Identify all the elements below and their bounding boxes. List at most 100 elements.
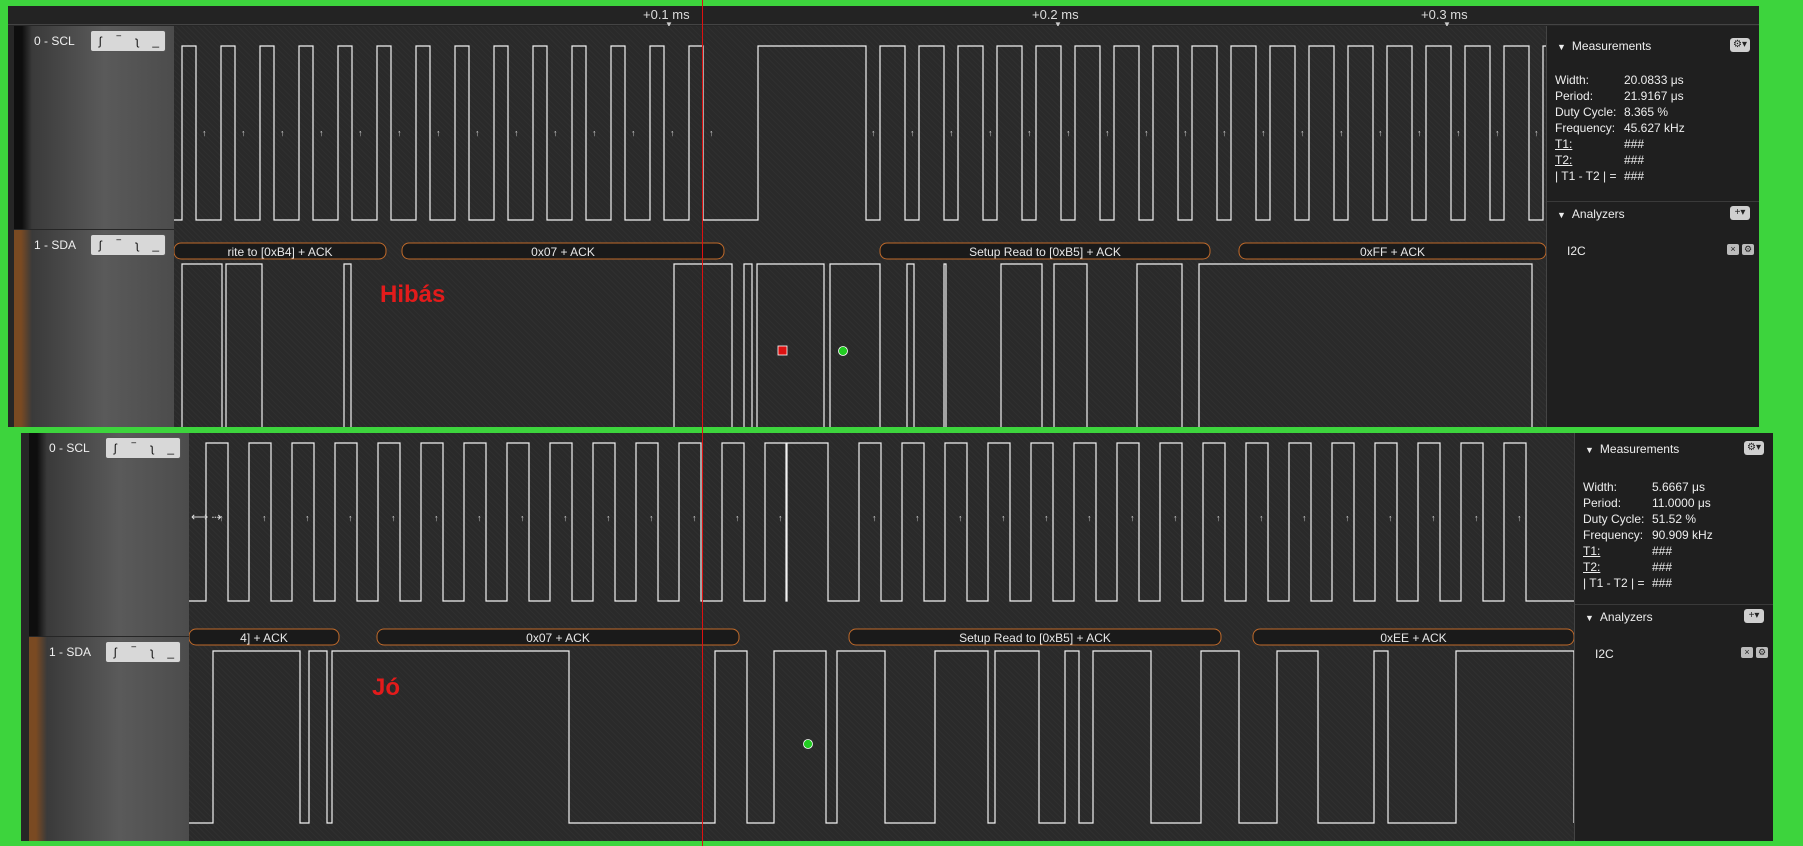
trigger-buttons[interactable]: ʃ ‾ ʅ _: [90, 234, 166, 256]
annotation-label: Jó: [372, 674, 401, 701]
analyzers-header[interactable]: ▼ Analyzers +▾: [1547, 201, 1759, 226]
falling-edge-trigger-button[interactable]: ʅ: [130, 238, 144, 252]
close-icon[interactable]: ×: [1741, 647, 1753, 658]
decoded-label: 0xEE + ACK: [1380, 631, 1446, 645]
rising-edge-trigger-button[interactable]: ʃ: [93, 238, 107, 252]
analyzer-item-i2c[interactable]: I2C: [1567, 244, 1586, 258]
low-level-trigger-button[interactable]: _: [164, 441, 178, 455]
gear-icon[interactable]: ⚙: [1742, 244, 1754, 255]
timing-cursor-line[interactable]: [702, 0, 703, 846]
clock-mark: ↑: [1001, 513, 1006, 523]
gear-icon[interactable]: ⚙: [1756, 647, 1768, 658]
expand-triangle-icon[interactable]: ▼: [1585, 613, 1594, 623]
measurement-row: Width: 5.6667 μs: [1583, 480, 1705, 494]
expand-triangle-icon[interactable]: ▼: [1585, 445, 1594, 455]
clock-mark: ↑: [1431, 513, 1436, 523]
gear-icon[interactable]: ⚙▾: [1744, 441, 1764, 455]
clock-mark: ↑: [1216, 513, 1221, 523]
measurement-row: Width: 20.0833 μs: [1555, 73, 1684, 87]
falling-edge-trigger-button[interactable]: ʅ: [145, 645, 159, 659]
measurement-value: 21.9167 μs: [1624, 89, 1684, 103]
analyzers-header[interactable]: ▼ Analyzers +▾: [1575, 604, 1773, 629]
expand-triangle-icon[interactable]: ▼: [1557, 210, 1566, 220]
waveform-svg: ↑ ↑ ↑ ↑ ↑ ↑ ↑ ↑ ↑ ↑ ↑ ↑ ↑ ↑ ↑ ↑ ↑ ↑ ↑ ↑ ↑ ↑ ↑ ↑ ↑ ↑ ↑ ↑ ↑ ↑ ↑ ↑ rite to …: [173, 45, 1547, 427]
measurement-row: | T1 - T2 | = ###: [1583, 576, 1672, 590]
high-level-trigger-button[interactable]: ‾: [127, 441, 141, 455]
measurement-row: Duty Cycle: 8.365 %: [1555, 105, 1668, 119]
low-level-trigger-button[interactable]: _: [149, 238, 163, 252]
analyzer-item-i2c[interactable]: I2C: [1595, 647, 1614, 661]
clock-mark: ↑: [1517, 513, 1522, 523]
clock-mark: ↑: [477, 513, 482, 523]
waveform-area[interactable]: ↑ ↑ ↑ ↑ ↑ ↑ ↑ ↑ ↑ ↑ ↑ ↑ ↑ ↑ ↑ ↑ ↑ ↑ ↑ ↑ ↑ ↑ ↑ ↑ ↑ ↑ ↑ ↑ ↑ ↑ ↑ ↑ rite to …: [173, 26, 1547, 427]
trigger-buttons[interactable]: ʃ ‾ ʅ _: [90, 30, 166, 52]
measurement-key: Frequency:: [1583, 528, 1644, 542]
measurement-key: Period:: [1555, 89, 1594, 103]
measurements-header[interactable]: ▼ Measurements ⚙▾: [1575, 437, 1773, 461]
clock-mark: ↑: [319, 128, 324, 138]
measurement-key: Duty Cycle:: [1555, 105, 1617, 119]
falling-edge-trigger-button[interactable]: ʅ: [130, 34, 144, 48]
ruler-tick: +0.3 ms ▼: [1421, 7, 1468, 29]
measurements-header[interactable]: ▼ Measurements ⚙▾: [1547, 34, 1759, 58]
clock-mark: ↑: [988, 128, 993, 138]
clock-mark: ↑: [1087, 513, 1092, 523]
clock-mark: ↑: [553, 128, 558, 138]
measurement-value: 8.365 %: [1624, 105, 1669, 119]
clock-mark: ↑: [1388, 513, 1393, 523]
clock-mark: ↑: [1183, 128, 1188, 138]
clock-mark: ↑: [1495, 128, 1500, 138]
channel-label-scl[interactable]: 0 - SCL ʃ ‾ ʅ _: [14, 26, 174, 229]
high-level-trigger-button[interactable]: ‾: [127, 645, 141, 659]
ruler-tick: +0.2 ms ▼: [1032, 7, 1079, 29]
clock-mark: ↑: [709, 128, 714, 138]
plus-icon[interactable]: +▾: [1744, 609, 1764, 623]
clock-mark: ↑: [949, 128, 954, 138]
channel-label-sda[interactable]: 1 - SDA ʃ ‾ ʅ _: [14, 230, 174, 427]
falling-edge-trigger-button[interactable]: ʅ: [145, 441, 159, 455]
green-marker: [803, 739, 813, 749]
waveform-area[interactable]: ↑ ↑ ↑ ↑ ↑ ↑ ↑ ↑ ↑ ↑ ↑ ↑ ↑ ↑ ↑ ↑ ↑ ↑ ↑ ↑ ↑ ↑ ↑ ↑ ↑ ↑ ↑ ↑ ↑ ↑ ⟷ ⇢ 4] + AC…: [188, 433, 1575, 841]
high-level-trigger-button[interactable]: ‾: [112, 34, 126, 48]
rising-edge-trigger-button[interactable]: ʃ: [108, 645, 122, 659]
high-level-trigger-button[interactable]: ‾: [112, 238, 126, 252]
clock-mark: ↑: [958, 513, 963, 523]
clock-mark: ↑: [391, 513, 396, 523]
time-ruler[interactable]: +0.1 ms ▼ +0.2 ms ▼ +0.3 ms ▼: [8, 6, 1759, 29]
clock-mark: ↑: [1534, 128, 1539, 138]
measurement-value: 11.0000 μs: [1652, 496, 1711, 510]
clock-mark: ↑: [1300, 128, 1305, 138]
low-level-trigger-button[interactable]: _: [149, 34, 163, 48]
clock-mark: ↑: [358, 128, 363, 138]
measurement-key: Period:: [1583, 496, 1622, 510]
measurement-row: T2: ###: [1555, 153, 1644, 167]
clock-mark: ↑: [1173, 513, 1178, 523]
clock-mark: ↑: [670, 128, 675, 138]
capture-panel-top: +0.1 ms ▼ +0.2 ms ▼ +0.3 ms ▼ 0 - SCL ʃ ‾ ʅ…: [8, 6, 1759, 427]
rising-edge-trigger-button[interactable]: ʃ: [108, 441, 122, 455]
clock-mark: ↑: [910, 128, 915, 138]
clock-mark: ↑: [1378, 128, 1383, 138]
measurement-row: Frequency: 90.909 kHz: [1583, 528, 1713, 542]
clock-mark: ↑: [305, 513, 310, 523]
trigger-buttons[interactable]: ʃ ‾ ʅ _: [105, 437, 181, 459]
clock-mark: ↑: [915, 513, 920, 523]
measurement-row: T1: ###: [1555, 137, 1644, 151]
timing-arrow: ⟷ ⇢: [191, 510, 222, 524]
expand-triangle-icon[interactable]: ▼: [1557, 42, 1566, 52]
decoded-label: rite to [0xB4] + ACK: [227, 245, 332, 259]
decoded-label: Setup Read to [0xB5] + ACK: [959, 631, 1111, 645]
low-level-trigger-button[interactable]: _: [164, 645, 178, 659]
waveform-svg: ↑ ↑ ↑ ↑ ↑ ↑ ↑ ↑ ↑ ↑ ↑ ↑ ↑ ↑ ↑ ↑ ↑ ↑ ↑ ↑ ↑ ↑ ↑ ↑ ↑ ↑ ↑ ↑ ↑ ↑⟷ ⇢4] + AC…: [188, 442, 1575, 824]
channel-label-scl[interactable]: 0 - SCL ʃ ‾ ʅ _: [29, 433, 189, 636]
measurement-value: 5.6667 μs: [1652, 480, 1705, 494]
plus-icon[interactable]: +▾: [1730, 206, 1750, 220]
scl-waveform: [189, 442, 1574, 602]
rising-edge-trigger-button[interactable]: ʃ: [93, 34, 107, 48]
close-icon[interactable]: ×: [1727, 244, 1739, 255]
clock-mark: ↑: [262, 513, 267, 523]
clock-mark: ↑: [1474, 513, 1479, 523]
trigger-buttons[interactable]: ʃ ‾ ʅ _: [105, 641, 181, 663]
channel-label-sda[interactable]: 1 - SDA ʃ ‾ ʅ _: [29, 637, 189, 841]
gear-icon[interactable]: ⚙▾: [1730, 38, 1750, 52]
